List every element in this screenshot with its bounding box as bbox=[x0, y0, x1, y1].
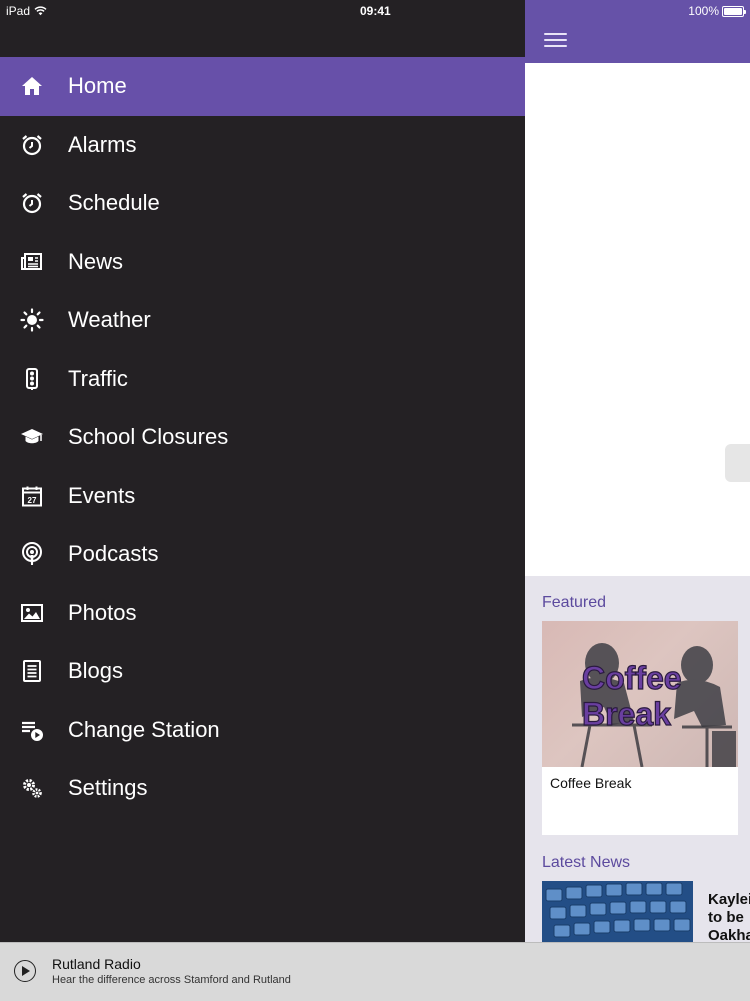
menu-item-blogs[interactable]: Blogs bbox=[0, 642, 525, 701]
status-bar: iPad 09:41 bbox=[0, 0, 525, 57]
newspaper-icon bbox=[19, 249, 45, 275]
menu-item-weather[interactable]: Weather bbox=[0, 291, 525, 350]
home-icon bbox=[19, 73, 45, 99]
gears-icon bbox=[19, 775, 45, 801]
menu-label-podcasts: Podcasts bbox=[68, 541, 159, 567]
graduation-cap-icon bbox=[19, 424, 45, 450]
menu-label-events: Events bbox=[68, 482, 136, 508]
menu-label-blogs: Blogs bbox=[68, 658, 124, 684]
battery-icon bbox=[722, 5, 746, 17]
svg-text:27: 27 bbox=[28, 496, 37, 505]
menu-item-traffic[interactable]: Traffic bbox=[0, 350, 525, 409]
coffee-break-artwork: Coffee Break bbox=[572, 643, 736, 767]
artwork-text-coffee: Coffee bbox=[582, 660, 682, 696]
menu-label-home: Home bbox=[68, 73, 127, 99]
featured-card[interactable]: Coffee Break Coffee Break bbox=[542, 621, 738, 835]
artwork-text-break: Break bbox=[582, 696, 671, 732]
main-content: 100% Featured Coffee Break Coffee Break … bbox=[525, 0, 750, 1000]
menu-item-news[interactable]: News bbox=[0, 233, 525, 292]
sun-icon bbox=[19, 307, 45, 333]
menu-label-schedule: Schedule bbox=[68, 190, 160, 216]
menu-item-school-closures[interactable]: School Closures bbox=[0, 408, 525, 467]
menu-item-events[interactable]: 27 Events bbox=[0, 467, 525, 526]
status-time: 09:41 bbox=[360, 4, 391, 18]
traffic-light-icon bbox=[19, 366, 45, 392]
menu-item-alarms[interactable]: Alarms bbox=[0, 116, 525, 175]
drawer-menu: Home Alarms Schedule News Weather Traffi… bbox=[0, 57, 525, 818]
station-name: Rutland Radio bbox=[52, 956, 141, 972]
carrier-label: iPad bbox=[6, 4, 31, 18]
menu-label-photos: Photos bbox=[68, 599, 137, 625]
menu-item-schedule[interactable]: Schedule bbox=[0, 174, 525, 233]
playlist-play-icon bbox=[19, 717, 45, 743]
featured-caption: Coffee Break bbox=[550, 775, 632, 791]
menu-toggle-button[interactable] bbox=[544, 31, 567, 49]
photo-icon bbox=[19, 600, 45, 626]
menu-item-photos[interactable]: Photos bbox=[0, 584, 525, 643]
podcast-icon bbox=[19, 541, 45, 567]
news-thumbnail[interactable] bbox=[542, 881, 693, 942]
wifi-icon bbox=[34, 6, 47, 16]
menu-item-home[interactable]: Home bbox=[0, 57, 525, 116]
now-playing-bar[interactable]: Rutland Radio Hear the difference across… bbox=[0, 942, 750, 1001]
station-tagline: Hear the difference across Stamford and … bbox=[52, 974, 291, 986]
menu-item-change-station[interactable]: Change Station bbox=[0, 701, 525, 760]
side-handle[interactable] bbox=[725, 444, 750, 482]
menu-label-change-station: Change Station bbox=[68, 716, 220, 742]
battery-percent: 100% bbox=[688, 4, 719, 18]
alarm-clock-icon bbox=[19, 132, 45, 158]
featured-heading: Featured bbox=[542, 594, 607, 611]
menu-label-settings: Settings bbox=[68, 775, 148, 801]
menu-item-settings[interactable]: Settings bbox=[0, 759, 525, 818]
menu-label-alarms: Alarms bbox=[68, 131, 137, 157]
news-headline-snippet[interactable]: Kaylei to be Oakha bbox=[708, 891, 750, 945]
menu-label-news: News bbox=[68, 248, 124, 274]
menu-item-podcasts[interactable]: Podcasts bbox=[0, 525, 525, 584]
play-button-icon[interactable] bbox=[14, 960, 36, 982]
navigation-drawer: iPad 09:41 Home Alarms Schedule News Wea… bbox=[0, 0, 525, 942]
schedule-clock-icon bbox=[19, 190, 45, 216]
calendar-icon: 27 bbox=[19, 483, 45, 509]
latest-news-heading: Latest News bbox=[542, 854, 631, 871]
content-feed: Featured Coffee Break Coffee Break Lates… bbox=[525, 576, 750, 945]
menu-label-weather: Weather bbox=[68, 307, 151, 333]
battery-indicator: 100% bbox=[688, 4, 746, 18]
menu-label-traffic: Traffic bbox=[68, 365, 128, 391]
featured-image: Coffee Break bbox=[542, 621, 738, 767]
keyboard-image bbox=[542, 881, 693, 942]
app-header: 100% bbox=[525, 0, 750, 63]
menu-label-school-closures: School Closures bbox=[68, 424, 229, 450]
hero-media-area bbox=[525, 63, 750, 576]
document-icon bbox=[19, 658, 45, 684]
status-carrier: iPad bbox=[6, 4, 47, 18]
